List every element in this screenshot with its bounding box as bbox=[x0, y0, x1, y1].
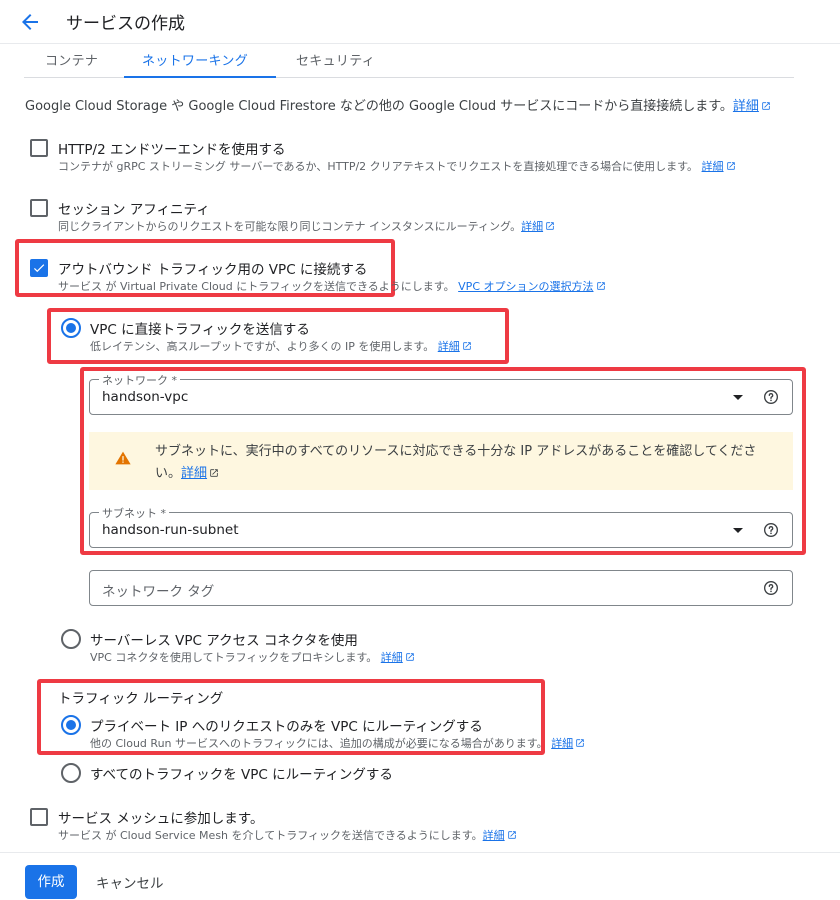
mesh-learn-more-link[interactable]: 詳細 bbox=[483, 829, 505, 842]
vpc-connect-description: サービス が Virtual Private Cloud にトラフィックを送信で… bbox=[58, 278, 606, 294]
warning-message: サブネットに、実行中のすべてのリソースに対応できる十分な IP アドレスがあるこ… bbox=[155, 441, 775, 485]
service-mesh-checkbox[interactable] bbox=[30, 808, 48, 826]
traffic-routing-heading: トラフィック ルーティング bbox=[58, 691, 224, 707]
session-learn-more-link[interactable]: 詳細 bbox=[521, 220, 543, 233]
external-link-icon bbox=[210, 469, 218, 477]
service-mesh-label: サービス メッシュに参加します。 bbox=[58, 811, 264, 827]
network-select-label: ネットワーク * bbox=[99, 372, 180, 388]
active-tab-indicator bbox=[124, 76, 276, 78]
direct-vpc-label: VPC に直接トラフィックを送信する bbox=[90, 322, 310, 338]
mesh-desc-text: サービス が Cloud Service Mesh を介してトラフィックを送信で… bbox=[58, 829, 483, 842]
tab-container[interactable]: コンテナ bbox=[45, 50, 98, 69]
create-button[interactable]: 作成 bbox=[25, 865, 77, 899]
vpc-connector-label: サーバーレス VPC アクセス コネクタを使用 bbox=[90, 633, 358, 649]
http2-label: HTTP/2 エンドツーエンドを使用する bbox=[58, 142, 286, 158]
connector-desc-text: VPC コネクタを使用してトラフィックをプロキシします。 bbox=[90, 651, 378, 664]
check-icon bbox=[33, 264, 45, 273]
action-bar: 作成 キャンセル bbox=[0, 852, 840, 900]
connector-learn-more-link[interactable]: 詳細 bbox=[381, 651, 403, 664]
http2-checkbox[interactable] bbox=[30, 139, 48, 157]
help-icon[interactable] bbox=[763, 389, 779, 405]
network-tag-placeholder: ネットワーク タグ bbox=[102, 584, 215, 600]
http2-desc-text: コンテナが gRPC ストリーミング サーバーであるか、HTTP/2 クリアテキ… bbox=[58, 160, 699, 173]
external-link-icon bbox=[546, 222, 554, 230]
private-learn-more-link[interactable]: 詳細 bbox=[551, 737, 573, 750]
http2-learn-more-link[interactable]: 詳細 bbox=[702, 160, 724, 173]
tab-networking[interactable]: ネットワーキング bbox=[142, 50, 248, 69]
page-header: サービスの作成 bbox=[0, 0, 840, 44]
external-link-icon bbox=[726, 162, 735, 170]
warning-text: サブネットに、実行中のすべてのリソースに対応できる十分な IP アドレスがあるこ… bbox=[155, 444, 757, 481]
help-icon[interactable] bbox=[763, 580, 779, 596]
back-arrow-icon[interactable] bbox=[18, 10, 42, 34]
vpc-connect-label: アウトバウンド トラフィック用の VPC に接続する bbox=[58, 262, 368, 278]
intro-description: Google Cloud Storage や Google Cloud Fire… bbox=[25, 99, 733, 114]
all-traffic-routing-label: すべてのトラフィックを VPC にルーティングする bbox=[90, 767, 393, 783]
tab-bar: コンテナ ネットワーキング セキュリティ bbox=[24, 44, 794, 78]
all-traffic-routing-radio[interactable] bbox=[61, 763, 81, 783]
warning-icon bbox=[115, 451, 131, 465]
external-link-icon bbox=[762, 102, 770, 110]
warning-learn-more-link[interactable]: 詳細 bbox=[181, 466, 207, 481]
network-tag-input[interactable]: ネットワーク タグ bbox=[89, 570, 793, 606]
cancel-button[interactable]: キャンセル bbox=[96, 872, 164, 892]
tab-security[interactable]: セキュリティ bbox=[296, 50, 375, 69]
vpc-desc-text: サービス が Virtual Private Cloud にトラフィックを送信で… bbox=[58, 280, 455, 293]
session-affinity-checkbox[interactable] bbox=[30, 199, 48, 217]
session-affinity-description: 同じクライアントからのリクエストを可能な限り同じコンテナ インスタンスにルーティ… bbox=[58, 218, 555, 234]
external-link-icon bbox=[406, 653, 414, 661]
intro-text: Google Cloud Storage や Google Cloud Fire… bbox=[25, 95, 771, 114]
vpc-connector-radio[interactable] bbox=[61, 629, 81, 649]
direct-vpc-description: 低レイテンシ、高スループットですが、より多くの IP を使用します。 詳細 bbox=[90, 338, 472, 354]
http2-description: コンテナが gRPC ストリーミング サーバーであるか、HTTP/2 クリアテキ… bbox=[58, 158, 736, 174]
external-link-icon bbox=[576, 739, 584, 747]
network-select-value: handson-vpc bbox=[102, 389, 189, 405]
dropdown-caret-icon bbox=[733, 395, 743, 400]
private-ip-routing-radio[interactable] bbox=[61, 715, 81, 735]
session-desc-text: 同じクライアントからのリクエストを可能な限り同じコンテナ インスタンスにルーティ… bbox=[58, 220, 522, 233]
network-select[interactable]: ネットワーク * handson-vpc bbox=[89, 372, 793, 415]
vpc-connector-description: VPC コネクタを使用してトラフィックをプロキシします。 詳細 bbox=[90, 649, 415, 665]
external-link-icon bbox=[596, 282, 605, 290]
dropdown-caret-icon bbox=[733, 528, 743, 533]
subnet-select-label: サブネット * bbox=[99, 505, 169, 521]
vpc-options-link[interactable]: VPC オプションの選択方法 bbox=[458, 280, 593, 293]
subnet-select[interactable]: サブネット * handson-run-subnet bbox=[89, 505, 793, 548]
service-mesh-description: サービス が Cloud Service Mesh を介してトラフィックを送信で… bbox=[58, 827, 517, 843]
private-ip-routing-description: 他の Cloud Run サービスへのトラフィックには、追加の構成が必要になる場… bbox=[90, 735, 585, 751]
private-desc-text: 他の Cloud Run サービスへのトラフィックには、追加の構成が必要になる場… bbox=[90, 737, 548, 750]
session-affinity-label: セッション アフィニティ bbox=[58, 202, 210, 218]
subnet-warning-banner: サブネットに、実行中のすべてのリソースに対応できる十分な IP アドレスがあるこ… bbox=[89, 432, 793, 490]
help-icon[interactable] bbox=[763, 522, 779, 538]
vpc-connect-checkbox[interactable] bbox=[30, 259, 48, 277]
page-title: サービスの作成 bbox=[66, 14, 185, 34]
subnet-select-value: handson-run-subnet bbox=[102, 522, 239, 538]
external-link-icon bbox=[507, 831, 516, 839]
direct-desc-text: 低レイテンシ、高スループットですが、より多くの IP を使用します。 bbox=[90, 340, 435, 353]
direct-learn-more-link[interactable]: 詳細 bbox=[438, 340, 460, 353]
private-ip-routing-label: プライベート IP へのリクエストのみを VPC にルーティングする bbox=[90, 719, 483, 735]
direct-vpc-radio[interactable] bbox=[61, 318, 81, 338]
intro-learn-more-link[interactable]: 詳細 bbox=[733, 99, 759, 114]
external-link-icon bbox=[462, 342, 471, 350]
